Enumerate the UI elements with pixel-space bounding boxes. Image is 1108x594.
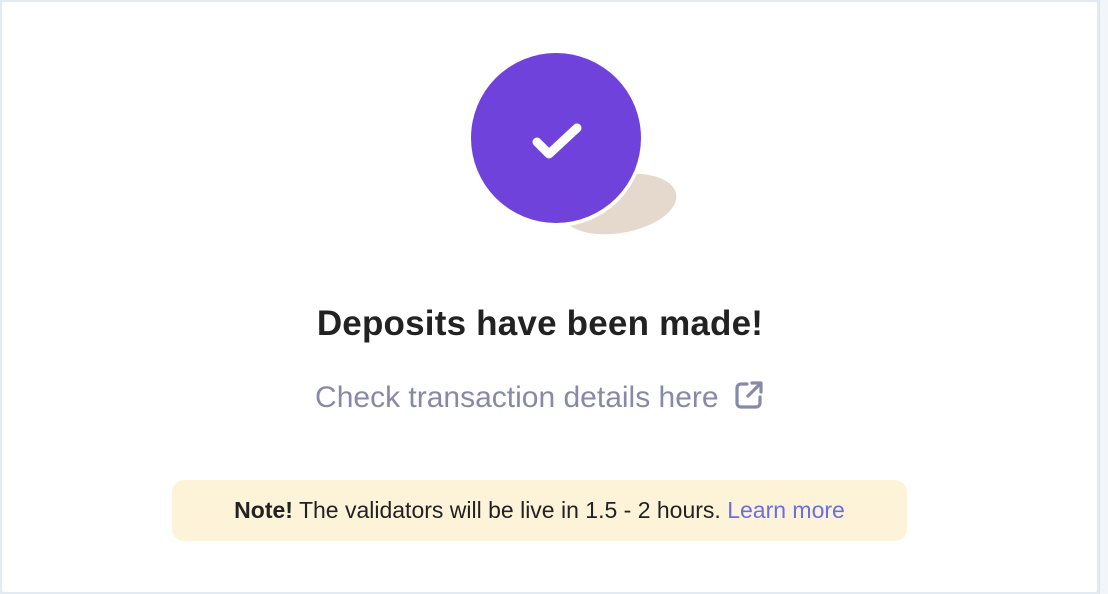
note-label: Note! [234, 497, 293, 523]
deposit-success-card: Deposits have been made! Check transacti… [2, 2, 1097, 592]
transaction-details-label: Check transaction details here [315, 381, 719, 414]
page-title: Deposits have been made! [316, 304, 764, 343]
transaction-details-link[interactable]: Check transaction details here [2, 379, 1078, 415]
scrollbar-track[interactable] [1099, 0, 1108, 594]
learn-more-link[interactable]: Learn more [727, 497, 845, 523]
validators-note: Note! The validators will be live in 1.5… [172, 480, 907, 541]
external-link-icon [735, 381, 763, 409]
success-circle [471, 53, 641, 223]
note-message: The validators will be live in 1.5 - 2 h… [298, 497, 721, 523]
check-circle-icon [468, 52, 677, 235]
page-frame: Deposits have been made! Check transacti… [0, 0, 1108, 594]
